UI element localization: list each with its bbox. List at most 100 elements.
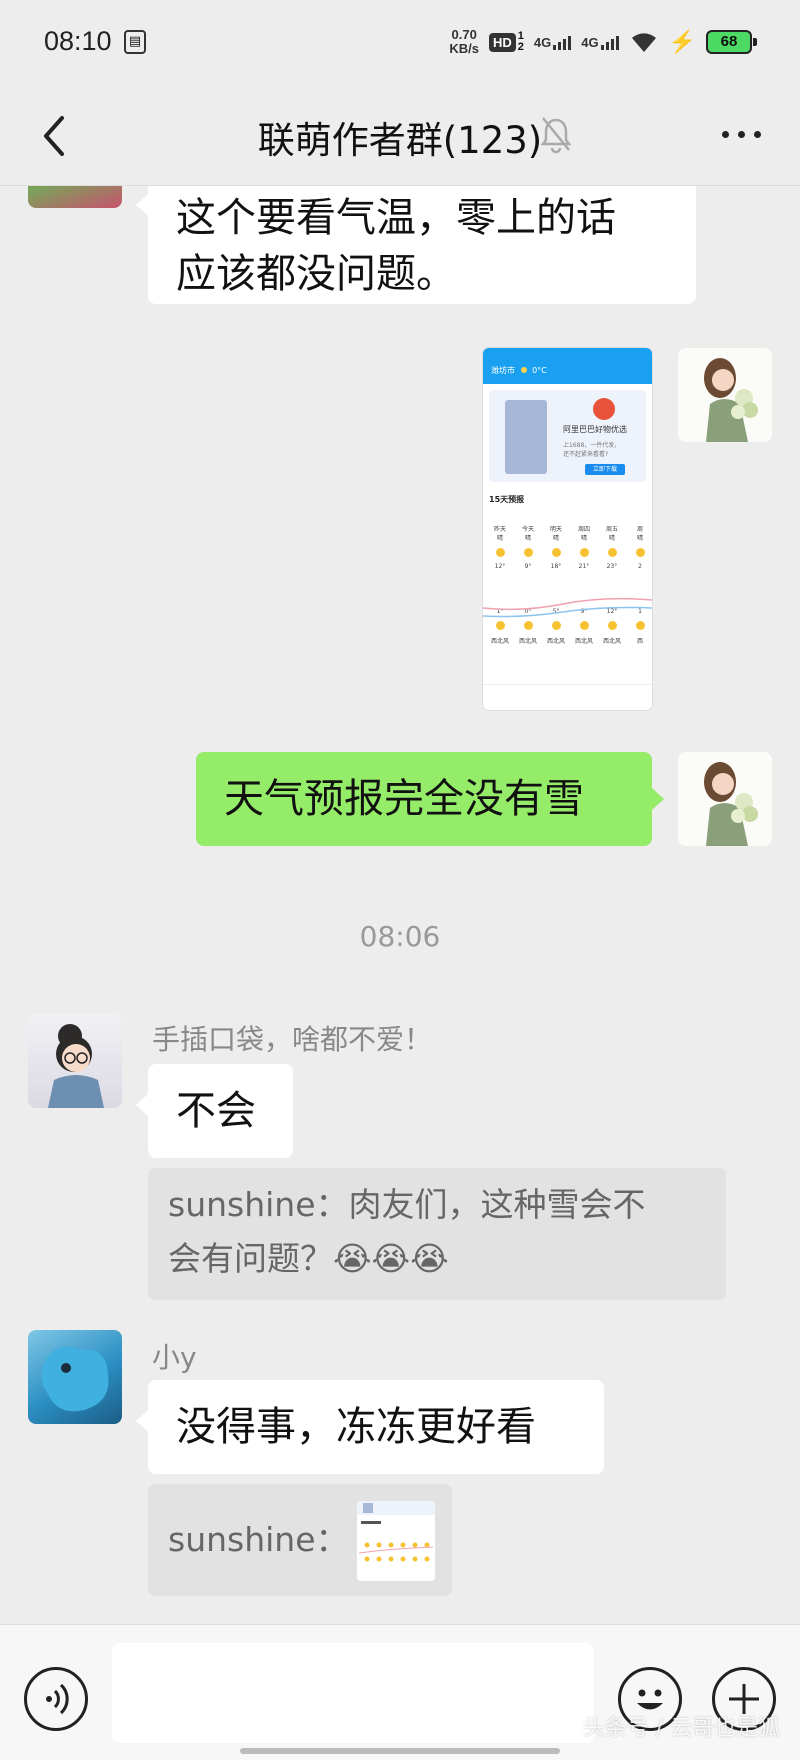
chat-header: 联萌作者群(123) [0,86,800,186]
forecast-high: 18° [550,563,562,570]
chat-title: 联萌作者群(123) [257,119,543,162]
forecast-high: 12° [494,563,506,570]
dot-icon [753,130,761,138]
quote-text: 会有问题？😭😭😭 [168,1239,449,1278]
message-bubble[interactable]: 这个要看气温，零上的话 应该都没问题。 [136,186,696,304]
network1-label: 4G [533,34,552,50]
quote-label: sunshine： [168,1520,349,1559]
message-bubble[interactable]: 没得事，冻冻更好看 [136,1380,604,1474]
sun-icon [579,548,589,557]
more-options-button[interactable] [716,122,766,146]
sun-icon [495,548,505,557]
forecast-condition: 晴 [552,535,559,542]
forecast-wind: 西北风 [602,638,621,645]
forecast-day: 今天 [521,526,534,533]
ad-sub1: 上1688，一件代发， [563,442,621,449]
forecast-high: 2 [638,563,642,570]
avatar[interactable] [678,348,772,442]
weather-screenshot-image[interactable]: 潍坊市 0°C 阿里巴巴好物优选 上1688，一件代发， 还不赶紧来看看? 立即… [483,348,652,710]
forecast-condition: 晴 [496,535,503,542]
message-input[interactable] [112,1643,594,1743]
message-text: 没得事，冻冻更好看 [176,1404,536,1450]
forecast-high: 9° [524,563,532,570]
message-bubble[interactable]: 天气预报完全没有雪 [196,752,664,846]
message-bubble[interactable]: 不会 [136,1064,293,1158]
forecast-day: 昨天 [493,526,506,533]
time-divider: 08:06 [359,920,441,953]
forecast-condition: 晴 [524,535,531,542]
ad-sub2: 还不赶紧来看看? [563,451,609,458]
weather-topbar: 潍坊市 0°C [483,348,652,384]
avatar-illustration [704,762,758,846]
charging-icon: ⚡ [668,29,696,54]
network2-label: 4G [581,34,599,50]
sun-icon [520,367,527,373]
sun-icon [607,548,617,557]
weather-tabbar [483,684,652,710]
hd-label: HD [489,32,516,52]
temp-curve [483,597,652,618]
dot-icon [737,130,745,138]
sun-icon [635,548,645,557]
thumbnail-illustration [357,1501,435,1562]
forecast-day-column: 今天晴 9° 0° 西北风 [515,524,541,645]
quoted-image-thumbnail[interactable] [357,1501,435,1581]
sim-slots: 1 2 [518,31,524,53]
quote-text: sunshine：肉友们，这种雪会不 [168,1185,646,1224]
forecast-condition: 晴 [608,535,615,542]
quoted-message[interactable]: sunshine：肉友们，这种雪会不 会有问题？😭😭😭 [148,1168,726,1300]
forecast-day: 明天 [549,526,562,533]
avatar-illustration [48,1024,104,1108]
forecast-high: 23° [606,563,618,570]
weather-temp: 0°C [532,366,547,375]
forecast-day: 周五 [605,526,618,533]
forecast-title: 15天预报 [489,495,525,504]
forecast-day-column: 周四晴 21° 9° 西北风 [571,524,597,645]
ad-subtitle: 上1688，一件代发， 还不赶紧来看看? [563,440,620,458]
status-bar: 08:10 ▤ 0.70 KB/s HD 1 2 4G 4G ⚡ 68 [0,0,800,86]
avatar[interactable] [28,1330,122,1424]
ad-title: 阿里巴巴好物优选 [563,425,627,434]
forecast-high: 21° [578,563,590,570]
avatar-illustration [41,1346,109,1412]
voice-button[interactable] [24,1667,88,1731]
dot-icon [721,130,729,138]
note-icon: ▤ [124,30,146,54]
forecast-day-column: 周晴21西 [627,524,652,645]
net-speed-value: 0.70 [451,27,477,42]
message-text: 不会 [176,1088,256,1134]
sim2-label: 2 [517,41,524,53]
sender-name: 小y [152,1341,197,1374]
input-bar: 头条号 / 云哥也是狐 [0,1624,800,1760]
forecast-day: 周四 [577,526,590,533]
sun-icon [523,548,533,557]
ad-button: 立即下载 [585,464,625,475]
forecast-condition: 晴 [580,535,587,542]
battery-icon: 68 [706,30,757,54]
avatar[interactable] [28,186,122,208]
message-list[interactable]: 这个要看气温，零上的话 应该都没问题。 潍坊市 0°C 阿里巴巴好物优选 上16… [0,186,800,1624]
forecast-day-column: 周五晴 23° 12° 西北风 [599,524,625,645]
forecast-day-column: 明天晴 18° 5° 西北风 [543,524,569,645]
hd-indicator: HD 1 2 [489,31,524,53]
signal-bars-icon [553,35,572,50]
message-text: 这个要看气温，零上的话 [176,195,616,241]
status-time: 08:10 [44,26,112,56]
forecast-wind: 西北风 [546,638,565,645]
home-indicator[interactable] [240,1748,560,1754]
voice-icon [46,1683,69,1715]
forecast-day: 周 [636,526,643,533]
avatar[interactable] [678,752,772,846]
avatar[interactable] [28,1014,122,1108]
net-speed-unit: KB/s [449,41,479,56]
watermark: 头条号 / 云哥也是狐 [582,1716,780,1741]
forecast-day-column: 昨天晴 12° 1° 西北风 [487,524,513,645]
forecast-wind: 西北风 [574,638,593,645]
signal-2: 4G [581,34,619,50]
message-text: 应该都没问题。 [176,251,456,297]
sun-icon [551,548,561,557]
signal-1: 4G [533,34,572,50]
forecast-wind: 西北风 [490,638,509,645]
status-icons: 0.70 KB/s HD 1 2 4G 4G ⚡ 68 [449,24,757,60]
forecast-condition: 晴 [636,535,643,542]
